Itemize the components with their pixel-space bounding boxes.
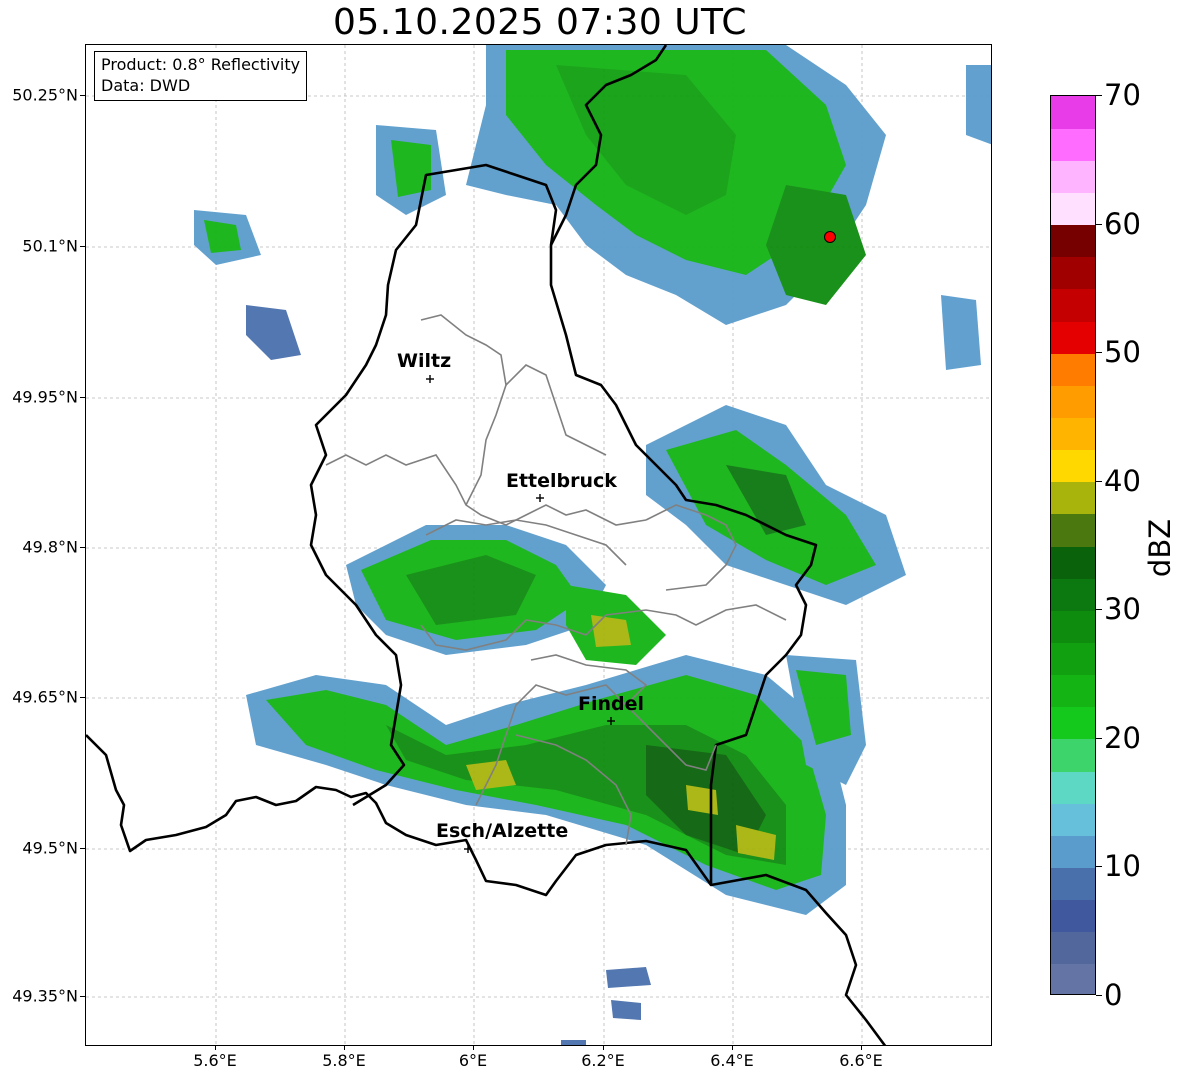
colorbar-segment [1051, 674, 1095, 708]
lat-tick [80, 95, 85, 96]
colorbar-tick [1096, 866, 1102, 868]
colorbar-segment [1051, 931, 1095, 965]
colorbar-tick-label: 40 [1104, 463, 1141, 498]
lat-label: 49.8°N [22, 537, 78, 557]
city-label-ettelbruck: Ettelbruck [506, 470, 617, 492]
colorbar-segment [1051, 160, 1095, 194]
colorbar-segment [1051, 385, 1095, 419]
colorbar-segment [1051, 353, 1095, 386]
map-canvas [86, 45, 991, 1045]
lon-tick [603, 1045, 604, 1050]
colorbar-segment [1051, 642, 1095, 676]
lat-tick [80, 246, 85, 247]
colorbar-segment [1051, 224, 1095, 258]
radar-echoes [194, 45, 991, 1045]
colorbar [1050, 95, 1096, 995]
colorbar-tick-label: 60 [1104, 206, 1141, 241]
lat-label: 50.1°N [22, 236, 78, 256]
lon-label: 5.6°E [193, 1051, 237, 1070]
lat-tick [80, 996, 85, 997]
lat-label: 49.65°N [12, 687, 78, 707]
colorbar-segment [1051, 481, 1095, 515]
lon-tick [732, 1045, 733, 1050]
lon-tick [344, 1045, 345, 1050]
colorbar-segment [1051, 546, 1095, 579]
colorbar-tick-label: 20 [1104, 720, 1141, 755]
colorbar-segment [1051, 96, 1095, 129]
colorbar-segment [1051, 513, 1095, 547]
colorbar-segment [1051, 321, 1095, 354]
lat-tick [80, 697, 85, 698]
colorbar-segment [1051, 835, 1095, 869]
radar-site-marker [824, 231, 836, 243]
colorbar-tick [1096, 352, 1102, 354]
colorbar-tick [1096, 995, 1102, 996]
colorbar-tick-label: 50 [1104, 335, 1141, 370]
city-label-findel: Findel [578, 693, 645, 715]
colorbar-tick-label: 10 [1104, 849, 1141, 884]
colorbar-segment [1051, 738, 1095, 772]
lon-label: 5.8°E [322, 1051, 366, 1070]
colorbar-tick [1096, 95, 1102, 96]
colorbar-tick [1096, 737, 1102, 739]
colorbar-segment [1051, 256, 1095, 290]
colorbar-tick [1096, 609, 1102, 611]
colorbar-segment [1051, 192, 1095, 226]
colorbar-tick-label: 70 [1104, 78, 1141, 112]
map-title: 05.10.2025 07:30 UTC [332, 2, 748, 43]
lat-label: 49.5°N [22, 838, 78, 858]
lon-label: 6.2°E [581, 1051, 625, 1070]
lat-label: 50.25°N [12, 85, 78, 105]
lat-tick [80, 547, 85, 548]
data-source-label: Data: DWD [101, 76, 191, 95]
lon-tick [215, 1045, 216, 1050]
lon-tick [473, 1045, 474, 1050]
product-info-box: Product: 0.8° Reflectivity Data: DWD [94, 51, 308, 101]
colorbar-segment [1051, 963, 1095, 994]
city-label-wiltz: Wiltz [397, 350, 452, 372]
lon-label: 6.4°E [710, 1051, 754, 1070]
product-label: Product: 0.8° Reflectivity [101, 55, 301, 74]
colorbar-segment [1051, 899, 1095, 933]
colorbar-tick [1096, 223, 1102, 225]
colorbar-segment [1051, 867, 1095, 901]
lon-label: 6.6°E [839, 1051, 883, 1070]
colorbar-segment [1051, 128, 1095, 161]
colorbar-segment [1051, 803, 1095, 836]
city-label-esch-alzette: Esch/Alzette [436, 820, 569, 842]
lat-label: 49.35°N [12, 986, 78, 1006]
colorbar-segment [1051, 706, 1095, 740]
colorbar-segment [1051, 417, 1095, 451]
colorbar-segment [1051, 449, 1095, 483]
colorbar-tick-label: 0 [1104, 978, 1123, 1012]
colorbar-segment [1051, 578, 1095, 611]
colorbar-segment [1051, 610, 1095, 644]
radar-map[interactable] [85, 44, 992, 1046]
lon-label: 6°E [458, 1051, 488, 1070]
lat-tick [80, 397, 85, 398]
colorbar-tick-label: 30 [1104, 592, 1141, 627]
colorbar-tick [1096, 480, 1102, 482]
colorbar-segment [1051, 288, 1095, 322]
lat-label: 49.95°N [12, 387, 78, 407]
lat-tick [80, 848, 85, 849]
lon-tick [861, 1045, 862, 1050]
colorbar-segment [1051, 771, 1095, 804]
colorbar-label: dBZ [1143, 518, 1177, 578]
